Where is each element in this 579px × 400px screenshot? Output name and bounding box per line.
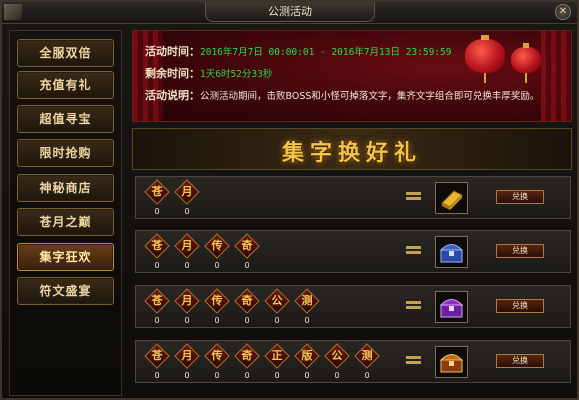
word-chip: 苍0: [144, 343, 170, 380]
exchange-button[interactable]: 兑换: [496, 190, 544, 204]
word-chip: 公0: [264, 288, 290, 325]
exchange-button[interactable]: 兑换: [496, 244, 544, 258]
event-desc-value: 公测活动期间，击败BOSS和小怪可掉落文字，集齐文字组合即可兑换丰厚奖励。: [200, 91, 540, 102]
equals-icon: [406, 242, 421, 258]
remaining-time-value: 1天6时52分33秒: [200, 69, 273, 80]
word-chip: 测0: [294, 288, 320, 325]
word-chip: 苍0: [144, 233, 170, 270]
exchange-button[interactable]: 兑换: [496, 299, 544, 313]
event-desc-label: 活动说明：: [145, 89, 200, 102]
equals-icon: [406, 188, 421, 204]
event-time-value: 2016年7月7日 00:00:01 - 2016年7月13日 23:59:59: [200, 47, 452, 58]
sidebar-item-recharge-gift[interactable]: 充值有礼: [17, 71, 114, 99]
reward-row: 苍0 月0 传0 奇0 正0 版0 公0 测0 兑换: [135, 340, 571, 383]
sidebar-item-double-exp[interactable]: 全服双倍: [17, 39, 114, 67]
heading-title: 集字换好礼: [281, 140, 422, 166]
event-time-label: 活动时间：: [145, 45, 200, 58]
sidebar-item-mystery-shop[interactable]: 神秘商店: [17, 174, 114, 202]
equals-icon: [406, 297, 421, 313]
word-chip: 传0: [204, 343, 230, 380]
word-chip: 奇0: [234, 233, 260, 270]
word-chip: 苍0: [144, 179, 170, 216]
reward-row: 苍0 月0 传0 奇0 兑换: [135, 230, 571, 273]
word-chip: 公0: [324, 343, 350, 380]
section-heading: 集字换好礼: [132, 128, 572, 170]
event-window: 公测活动 ✕ 全服双倍 充值有礼 超值寻宝 限时抢购 神秘商店 苍月之巅 集字狂…: [0, 0, 579, 400]
word-chip: 月0: [174, 343, 200, 380]
event-desc-row: 活动说明：公测活动期间，击败BOSS和小怪可掉落文字，集齐文字组合即可兑换丰厚奖…: [145, 87, 539, 103]
close-icon[interactable]: ✕: [555, 4, 571, 20]
word-chip: 传0: [204, 288, 230, 325]
sidebar-item-flash-sale[interactable]: 限时抢购: [17, 139, 114, 167]
gold-chest-icon[interactable]: [435, 346, 468, 378]
purple-chest-icon[interactable]: [435, 291, 468, 323]
sidebar: 全服双倍 充值有礼 超值寻宝 限时抢购 神秘商店 苍月之巅 集字狂欢 符文盛宴: [9, 30, 122, 396]
reward-row: 苍0 月0 传0 奇0 公0 测0 兑换: [135, 285, 571, 328]
lantern-icon: [511, 43, 541, 83]
reward-row: 苍0 月0 兑换: [135, 176, 571, 219]
gold-bar-icon[interactable]: [435, 182, 468, 214]
sidebar-item-treasure-hunt[interactable]: 超值寻宝: [17, 105, 114, 133]
word-chip: 版0: [294, 343, 320, 380]
window-corner-ornament: [4, 4, 22, 20]
equals-icon: [406, 352, 421, 368]
word-chip: 月0: [174, 288, 200, 325]
curtain-right: [541, 31, 571, 121]
word-chip: 月0: [174, 179, 200, 216]
event-time-row: 活动时间：2016年7月7日 00:00:01 - 2016年7月13日 23:…: [145, 43, 451, 59]
sidebar-item-rune-feast[interactable]: 符文盛宴: [17, 277, 114, 305]
word-chip: 奇0: [234, 288, 260, 325]
sidebar-item-word-collect[interactable]: 集字狂欢: [17, 243, 114, 271]
window-title: 公测活动: [205, 2, 375, 22]
word-chip: 传0: [204, 233, 230, 270]
word-chip: 月0: [174, 233, 200, 270]
word-chip: 奇0: [234, 343, 260, 380]
title-bar[interactable]: 公测活动 ✕: [2, 2, 577, 24]
word-chip: 测0: [354, 343, 380, 380]
sidebar-item-cangyue-peak[interactable]: 苍月之巅: [17, 208, 114, 236]
word-chip: 正0: [264, 343, 290, 380]
word-chip: 苍0: [144, 288, 170, 325]
remaining-time-row: 剩余时间：1天6时52分33秒: [145, 65, 272, 81]
lantern-icon: [465, 35, 505, 83]
remaining-time-label: 剩余时间：: [145, 67, 200, 80]
event-banner: 活动时间：2016年7月7日 00:00:01 - 2016年7月13日 23:…: [132, 30, 572, 122]
exchange-button[interactable]: 兑换: [496, 354, 544, 368]
blue-chest-icon[interactable]: [435, 236, 468, 268]
